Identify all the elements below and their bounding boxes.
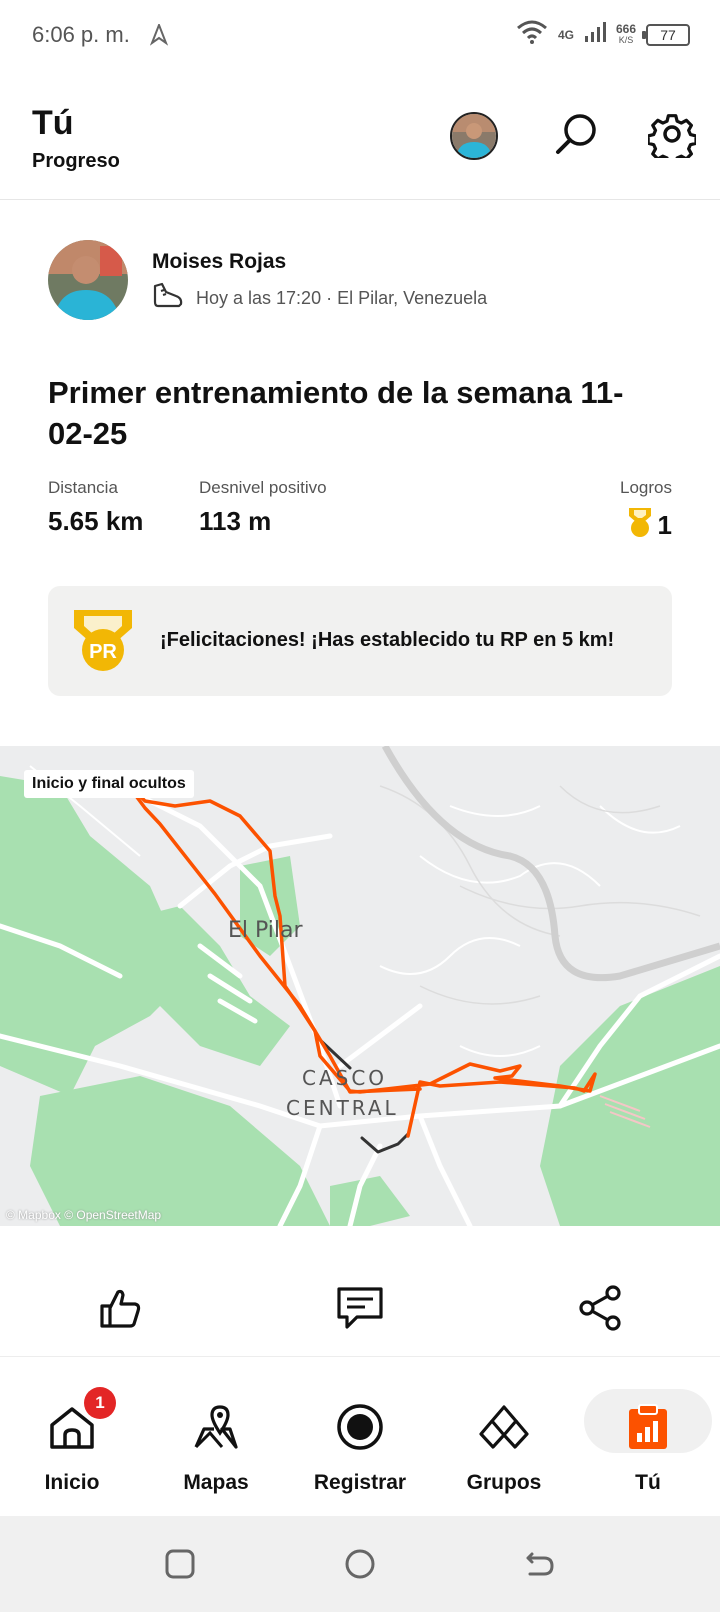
groups-icon xyxy=(474,1399,534,1455)
medal-icon xyxy=(626,506,654,545)
signal-icon xyxy=(584,21,606,48)
stat-distance-value: 5.65 km xyxy=(48,506,144,536)
search-icon xyxy=(552,110,600,163)
battery-indicator: 77 xyxy=(642,23,690,46)
map-privacy-label: Inicio y final ocultos xyxy=(24,770,194,798)
kudos-button[interactable] xyxy=(90,1280,150,1340)
network-type: 4G xyxy=(557,27,574,42)
page-subtitle[interactable]: Progreso xyxy=(32,150,120,173)
comment-icon xyxy=(335,1285,385,1336)
back-arrow-icon xyxy=(524,1548,556,1585)
pr-badge-text: PR xyxy=(89,641,117,663)
bottom-navigation: 1 Inicio Mapas Registrar Grupos Tú xyxy=(0,1356,720,1516)
stat-elevation-value: 113 m xyxy=(199,506,272,536)
nav-label-you: Tú xyxy=(635,1471,661,1494)
nav-label-record: Registrar xyxy=(313,1471,407,1494)
stat-elevation-label: Desnivel positivo xyxy=(199,478,327,497)
athlete-name[interactable]: Moises Rojas xyxy=(152,250,286,274)
share-button[interactable] xyxy=(570,1280,630,1340)
stat-achievements: Logros 1 xyxy=(620,478,672,545)
network-speed: 666 K/S xyxy=(615,21,636,46)
map-icon xyxy=(186,1399,246,1455)
gear-icon xyxy=(646,110,698,165)
map-attribution[interactable]: © Mapbox © OpenStreetMap xyxy=(6,1208,161,1222)
nav-label-home: Inicio xyxy=(44,1471,100,1494)
activity-actions xyxy=(0,1250,720,1360)
system-navigation-bar xyxy=(0,1516,720,1612)
pr-medal-icon: PR xyxy=(72,608,134,679)
navigation-arrow-icon xyxy=(149,22,169,51)
speed-unit: K/S xyxy=(618,34,634,45)
record-icon xyxy=(330,1399,390,1455)
notification-badge: 1 xyxy=(84,1387,116,1419)
square-icon xyxy=(164,1548,196,1585)
page-title: Tú xyxy=(32,104,74,142)
comment-button[interactable] xyxy=(330,1280,390,1340)
stat-distance-label: Distancia xyxy=(48,478,118,497)
pr-achievement-card[interactable]: PR ¡Felicitaciones! ¡Has establecido tu … xyxy=(48,586,672,696)
activity-title[interactable]: Primer entrenamiento de la semana 11-02-… xyxy=(48,372,668,454)
status-bar: 6:06 p. m. 4G 666 K/S 77 xyxy=(0,0,720,74)
share-icon xyxy=(575,1283,625,1338)
map-district-label-2: CENTRAL xyxy=(286,1096,399,1120)
activity-meta: Hoy a las 17:20 · El Pilar, Venezuela xyxy=(152,282,487,315)
map-canvas xyxy=(0,746,720,1226)
nav-item-maps[interactable]: Mapas xyxy=(144,1357,288,1517)
search-button[interactable] xyxy=(550,110,602,162)
thumbs-up-icon xyxy=(96,1284,144,1337)
nav-label-maps: Mapas xyxy=(183,1471,249,1494)
status-time: 6:06 p. m. xyxy=(32,22,130,47)
achievements-count-row: 1 xyxy=(620,506,672,545)
stat-distance: Distancia 5.65 km xyxy=(48,478,143,537)
nav-item-record[interactable]: Registrar xyxy=(288,1357,432,1517)
achievements-count: 1 xyxy=(657,510,672,540)
nav-item-you[interactable]: Tú xyxy=(576,1357,720,1517)
speed-value: 666 xyxy=(615,21,636,36)
stat-achievements-label: Logros xyxy=(620,478,672,497)
pr-message: ¡Felicitaciones! ¡Has establecido tu RP … xyxy=(160,629,615,651)
shoe-icon xyxy=(152,282,184,315)
nav-item-groups[interactable]: Grupos xyxy=(432,1357,576,1517)
wifi-icon xyxy=(516,20,548,49)
nav-item-home[interactable]: 1 Inicio xyxy=(0,1357,144,1517)
home-button[interactable] xyxy=(340,1546,380,1586)
nav-label-groups: Grupos xyxy=(466,1471,542,1494)
map-district-label-1: CASCO xyxy=(302,1066,388,1090)
activity-time-location: Hoy a las 17:20 · El Pilar, Venezuela xyxy=(196,288,488,308)
map-highway xyxy=(381,746,720,982)
recent-apps-button[interactable] xyxy=(160,1546,200,1586)
map-town-label: El Pilar xyxy=(228,918,303,943)
page-header: Tú Progreso xyxy=(0,100,720,200)
activity-map[interactable]: Inicio y final ocultos El Pilar CASCO CE… xyxy=(0,746,720,1226)
circle-icon xyxy=(344,1548,376,1585)
back-button[interactable] xyxy=(520,1546,560,1586)
you-icon xyxy=(618,1399,678,1455)
map-parks xyxy=(0,776,720,1226)
stat-elevation: Desnivel positivo 113 m xyxy=(199,478,327,537)
status-indicators: 4G 666 K/S 77 xyxy=(516,20,690,49)
profile-avatar[interactable] xyxy=(450,112,498,160)
settings-button[interactable] xyxy=(646,110,698,165)
athlete-avatar[interactable] xyxy=(48,240,128,320)
